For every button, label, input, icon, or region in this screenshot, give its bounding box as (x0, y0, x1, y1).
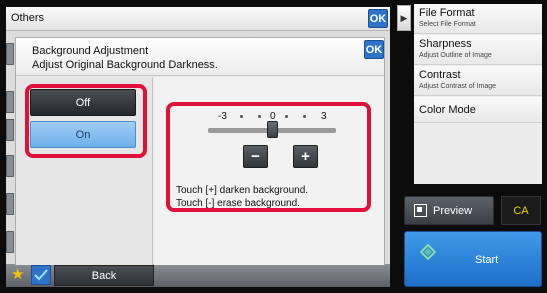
scale-min-label: -3 (218, 111, 227, 122)
preview-icon (414, 204, 427, 217)
menu-item-sharpness[interactable]: Sharpness Adjust Outline of Image (414, 35, 542, 65)
highlight-frame: Off On (25, 84, 147, 158)
clear-all-button[interactable]: CA (501, 196, 541, 225)
start-label: Start (475, 254, 499, 266)
menu-item-title: Color Mode (419, 104, 476, 116)
dialog-subtitle: Adjust Original Background Darkness. (32, 59, 218, 71)
favorite-star-icon[interactable]: ★ (11, 265, 24, 283)
background-tab (6, 155, 14, 177)
checkmark-icon[interactable] (31, 265, 51, 285)
hint-darken: Touch [+] darken background. (176, 185, 309, 196)
dialog-header: Background Adjustment Adjust Original Ba… (16, 38, 384, 76)
scale-tick (303, 115, 306, 118)
preview-label: Preview (433, 204, 473, 217)
start-icon (420, 244, 436, 260)
menu-item-contrast[interactable]: Contrast Adjust Contrast of Image (414, 66, 542, 96)
menu-item-title: Contrast (419, 69, 461, 81)
bottom-bar: ★ Back (6, 264, 390, 287)
slider-thumb[interactable] (267, 121, 278, 138)
adjustment-section: -3 0 3 − + Touch [+] darken background. … (154, 77, 384, 265)
scale-tick (285, 115, 288, 118)
decrease-button[interactable]: − (243, 145, 268, 168)
menu-item-subtitle: Adjust Contrast of Image (419, 83, 497, 90)
dialog-title: Background Adjustment (32, 45, 149, 57)
scale-tick (258, 115, 261, 118)
back-button[interactable]: Back (54, 265, 154, 286)
start-button[interactable]: Start (404, 231, 542, 287)
background-tab (6, 91, 14, 113)
dialog-ok-button[interactable]: OK (364, 40, 384, 59)
others-header: Others OK (6, 7, 390, 31)
right-panel: ▶ File Format Select File Format Sharpne… (397, 2, 545, 290)
background-tab (6, 119, 14, 141)
toggle-section: Off On (16, 77, 153, 265)
menu-item-title: File Format (419, 7, 475, 19)
off-button[interactable]: Off (30, 89, 136, 116)
hint-erase: Touch [-] erase background. (176, 198, 300, 209)
scale-max-label: 3 (321, 111, 327, 122)
background-adjustment-dialog: Background Adjustment Adjust Original Ba… (15, 37, 385, 265)
menu-item-color-mode[interactable]: Color Mode (414, 97, 542, 123)
others-title: Others (11, 12, 45, 24)
function-menu: File Format Select File Format Sharpness… (414, 4, 542, 184)
scale-tick (240, 115, 243, 118)
background-tab (6, 43, 14, 65)
menu-item-title: Sharpness (419, 38, 472, 50)
preview-button[interactable]: Preview (404, 196, 494, 225)
expand-arrow-icon[interactable]: ▶ (397, 5, 411, 31)
increase-button[interactable]: + (293, 145, 318, 168)
background-tab (6, 193, 14, 215)
menu-item-subtitle: Adjust Outline of Image (419, 52, 492, 59)
others-ok-button[interactable]: OK (368, 9, 388, 28)
menu-item-subtitle: Select File Format (419, 21, 476, 28)
on-button[interactable]: On (30, 121, 136, 148)
menu-item-file-format[interactable]: File Format Select File Format (414, 4, 542, 34)
background-tab (6, 231, 14, 253)
